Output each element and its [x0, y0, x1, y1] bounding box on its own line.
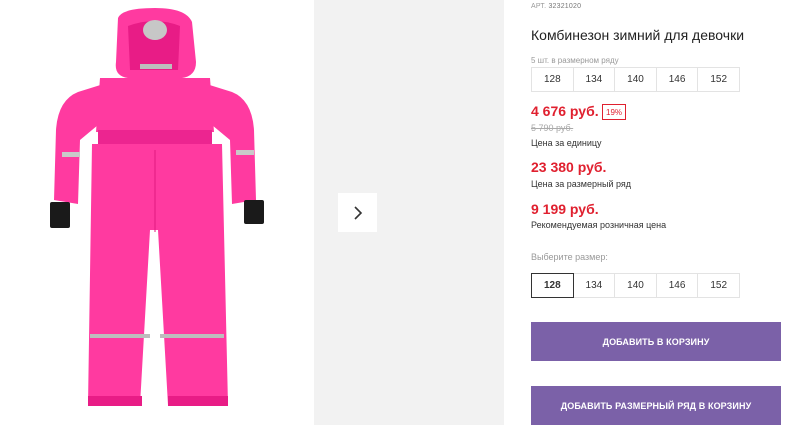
pack-size-cell: 128	[531, 67, 574, 92]
pack-note: 5 шт. в размерном ряду	[531, 56, 619, 65]
next-image-button[interactable]	[338, 193, 377, 232]
add-pack-to-cart-button[interactable]: ДОБАВИТЬ РАЗМЕРНЫЙ РЯД В КОРЗИНУ	[531, 386, 781, 425]
size-option[interactable]: 140	[614, 273, 657, 298]
add-to-cart-button[interactable]: ДОБАВИТЬ В КОРЗИНУ	[531, 322, 781, 361]
retail-price: 9 199 руб.	[531, 201, 599, 217]
size-selector: 128 134 140 146 152	[531, 273, 740, 298]
pack-price-caption: Цена за размерный ряд	[531, 179, 632, 189]
product-photo[interactable]	[0, 0, 314, 433]
pack-size-row: 128 134 140 146 152	[531, 67, 740, 92]
jumpsuit-image	[50, 8, 264, 406]
retail-price-caption: Рекомендуемая розничная цена	[531, 220, 667, 230]
pack-size-cell: 152	[697, 67, 740, 92]
size-option[interactable]: 152	[697, 273, 740, 298]
size-option[interactable]: 134	[572, 273, 616, 298]
size-option[interactable]: 146	[655, 273, 699, 298]
unit-price-caption: Цена за единицу	[531, 138, 602, 148]
size-option-selected[interactable]: 128	[531, 273, 574, 298]
sku-label: АРТ.	[531, 3, 547, 10]
product-gallery	[0, 0, 504, 433]
pack-price: 23 380 руб.	[531, 159, 607, 175]
unit-price: 4 676 руб.	[531, 103, 599, 119]
sku-value: 32321020	[548, 3, 582, 10]
discount-badge: 19%	[602, 104, 627, 120]
product-title: Комбинезон зимний для девочки	[531, 27, 745, 43]
choose-size-label: Выберите размер:	[531, 252, 608, 262]
pack-size-cell: 146	[655, 67, 699, 92]
chevron-right-icon	[353, 205, 362, 220]
pack-size-cell: 134	[572, 67, 616, 92]
old-price: 5 790 руб.	[531, 123, 574, 133]
sku: АРТ. 32321020	[531, 3, 581, 10]
pack-size-cell: 140	[614, 67, 657, 92]
